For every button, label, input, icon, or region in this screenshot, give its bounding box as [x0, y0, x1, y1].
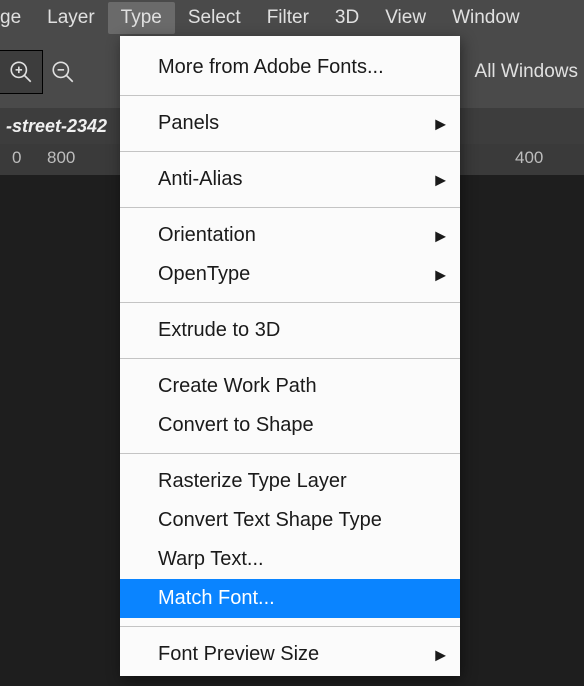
menu-item-label: Convert to Shape [158, 414, 314, 436]
menu-item-more-from-adobe-fonts[interactable]: More from Adobe Fonts... [120, 48, 460, 87]
menu-separator [120, 302, 460, 303]
ruler-tick: 400 [515, 148, 543, 168]
magnifier-plus-icon [8, 59, 34, 85]
submenu-arrow-icon: ▶ [435, 646, 446, 663]
menu-item-create-work-path[interactable]: Create Work Path [120, 367, 460, 406]
submenu-arrow-icon: ▶ [435, 171, 446, 188]
menu-separator [120, 626, 460, 627]
magnifier-minus-icon [50, 59, 76, 85]
menu-item-label: Convert Text Shape Type [158, 509, 382, 531]
submenu-arrow-icon: ▶ [435, 266, 446, 283]
all-windows-label: All Windows [475, 61, 578, 83]
menubar-item-layer[interactable]: Layer [34, 2, 108, 34]
menu-item-panels[interactable]: Panels ▶ [120, 104, 460, 143]
menu-item-label: Rasterize Type Layer [158, 470, 347, 492]
menu-item-rasterize-type-layer[interactable]: Rasterize Type Layer [120, 462, 460, 501]
menubar-item-view[interactable]: View [372, 2, 439, 34]
menu-separator [120, 358, 460, 359]
menu-item-convert-text-shape-type[interactable]: Convert Text Shape Type [120, 501, 460, 540]
menu-item-label: Anti-Alias [158, 168, 242, 190]
menu-item-warp-text[interactable]: Warp Text... [120, 540, 460, 579]
menu-item-label: Font Preview Size [158, 643, 319, 665]
zoom-out-button[interactable] [42, 51, 84, 93]
submenu-arrow-icon: ▶ [435, 115, 446, 132]
menu-item-match-font[interactable]: Match Font... [120, 579, 460, 618]
menu-item-label: Match Font... [158, 587, 275, 609]
menu-item-label: Create Work Path [158, 375, 317, 397]
menu-item-label: Extrude to 3D [158, 319, 280, 341]
menu-item-label: Warp Text... [158, 548, 264, 570]
ruler-tick: 800 [47, 148, 75, 168]
menu-item-font-preview-size[interactable]: Font Preview Size ▶ [120, 635, 460, 674]
menu-item-anti-alias[interactable]: Anti-Alias ▶ [120, 160, 460, 199]
menubar-item-ge[interactable]: ge [0, 2, 34, 34]
menubar-item-window[interactable]: Window [439, 2, 520, 34]
menu-separator [120, 207, 460, 208]
menubar-item-3d[interactable]: 3D [322, 2, 372, 34]
menu-item-label: More from Adobe Fonts... [158, 56, 384, 78]
menu-item-convert-to-shape[interactable]: Convert to Shape [120, 406, 460, 445]
menubar-item-select[interactable]: Select [175, 2, 254, 34]
menu-separator [120, 95, 460, 96]
ruler-tick: 0 [12, 148, 21, 168]
menu-item-opentype[interactable]: OpenType ▶ [120, 255, 460, 294]
menu-item-orientation[interactable]: Orientation ▶ [120, 216, 460, 255]
document-tab[interactable]: -street-2342 [0, 112, 113, 141]
menu-separator [120, 151, 460, 152]
submenu-arrow-icon: ▶ [435, 227, 446, 244]
menu-item-extrude-to-3d[interactable]: Extrude to 3D [120, 311, 460, 350]
type-menu-dropdown: More from Adobe Fonts...Panels▶Anti-Alia… [120, 36, 460, 676]
menu-separator [120, 453, 460, 454]
zoom-icons [0, 36, 84, 108]
menubar: geLayerTypeSelectFilter3DViewWindow [0, 0, 584, 36]
menubar-item-type[interactable]: Type [108, 2, 175, 34]
menubar-item-filter[interactable]: Filter [254, 2, 322, 34]
menu-item-label: OpenType [158, 263, 250, 285]
zoom-in-button[interactable] [0, 51, 42, 93]
menu-item-label: Orientation [158, 224, 256, 246]
menu-item-label: Panels [158, 112, 219, 134]
